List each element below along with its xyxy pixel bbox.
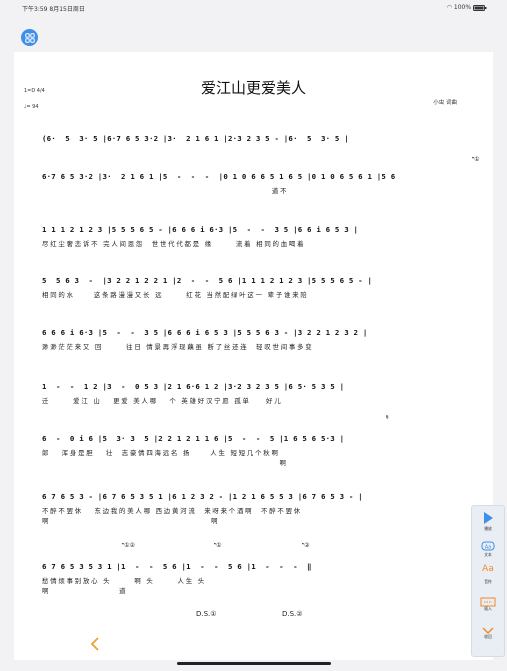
ds1-mark: D.S.① — [196, 610, 217, 618]
lyrics-row: 不醉不罢休 东边我的美人哪 西边黄河流 来呀来个酒啊 不醉不罢休 — [42, 507, 302, 515]
lyrics-row-2: 啊 啊 — [42, 517, 220, 525]
notes-row: 6 6 6 i 6·3 |5 - - 3 5 |6 6 6 i 6 5 3 |5… — [42, 328, 368, 337]
lyrics-row: 尽红尘奢恋诉不 完人间恩怨 世世代代都是 缘 流着 相同的血喝着 — [42, 240, 306, 248]
font-aa-icon: Aa — [482, 564, 494, 574]
ds2-mark: D.S.② — [282, 610, 303, 618]
notes-row: (6· 5 3· 5 |6·7 6 5 3·2 |3· 2 1 6 1 |2·3… — [42, 134, 349, 143]
lyrics-row: 道不 — [42, 187, 289, 195]
battery-icon — [473, 4, 487, 11]
status-bar: 下午3:59 8月15日周日 ◠ 100% — [0, 0, 507, 14]
lyrics-row-2: 啊 — [42, 459, 288, 467]
lyrics-row: 相同的水 这条路漫漫又长 远 红花 当然配绿叶这一 辈子谁来陪 — [42, 291, 309, 299]
tempo: ♩= 94 — [24, 104, 39, 110]
segno-mark: 𝄋 — [386, 414, 389, 421]
coda-mark: 𝄌② — [302, 542, 310, 549]
editor-toolbar: 播放 Aa 文本 Aa 音符 插入 收回 — [471, 505, 505, 657]
notes-row: 6 7 6 5 3 5 3 1 |1 - - 5 6 |1 - - 5 6 |1… — [42, 562, 312, 571]
lyrics-row: 愁情烦事别放心 头 啊 头 人生 头 — [42, 577, 206, 585]
note-button[interactable]: Aa — [472, 564, 504, 574]
notes-row: 5 5 6 3 - |3 2 2 1 2 2 1 |2 - - 5 6 |1 1… — [42, 276, 373, 285]
toolbar-label: 收回 — [484, 634, 492, 639]
status-time: 下午3:59 8月15日周日 — [22, 6, 85, 13]
lyrics-row: 迁 爱江 山 更爱 美人哪 个 英雄好汉宁愿 孤单 好儿 — [42, 397, 283, 405]
toolbar-label: 音符 — [484, 579, 492, 584]
score-sheet: 爱江山更爱美人 1=D 4/4 ♩= 94 小虫 词曲 (6· 5 3· 5 |… — [14, 52, 493, 660]
home-indicator — [177, 662, 331, 665]
battery-level: 100% — [453, 4, 472, 11]
play-icon — [484, 512, 493, 524]
lyrics-row-2: 啊 道 — [42, 587, 128, 595]
composer: 小虫 词曲 — [433, 100, 457, 106]
coda-mark: 𝄌① — [472, 156, 480, 163]
wifi-icon: ◠ — [446, 4, 454, 11]
back-chevron-icon[interactable] — [89, 637, 101, 651]
lyrics-row: 渺渺茫茫来又 回 往日 情景再浮现藕虽 断了丝还连 轻叹世间事多变 — [42, 343, 314, 351]
notes-row: 6 - 0 i 6 |5 3· 3 5 |2 2 1 2 1 1 6 |5 - … — [42, 434, 345, 443]
coda-mark: 𝄌① — [214, 542, 222, 549]
toolbar-label: 插入 — [484, 606, 492, 611]
toolbar-label: 文本 — [484, 552, 492, 557]
song-title: 爱江山更爱美人 — [200, 79, 306, 97]
grid-icon — [24, 32, 35, 43]
coda-mark: 𝄌①② — [122, 542, 135, 549]
notes-row: 1 1 1 2 1 2 3 |5 5 5 6 5 - |6 6 6 i 6·3 … — [42, 225, 359, 234]
key-signature: 1=D 4/4 — [24, 88, 45, 94]
menu-button[interactable] — [21, 29, 38, 46]
notes-row: 6 7 6 5 3 - |6 7 6 5 3 5 1 |6 1 2 3 2 - … — [42, 492, 363, 501]
svg-text:Aa: Aa — [485, 545, 491, 551]
status-battery: ◠ 100% — [447, 4, 487, 11]
toolbar-label: 播放 — [484, 526, 492, 531]
notes-row: 1 - - 1 2 |3 - 0 5 3 |2 1 6·6 1 2 |3·2 3… — [42, 382, 345, 391]
notes-row: 6·7 6 5 3·2 |3· 2 1 6 1 |5 - - - |0 1 0 … — [42, 172, 396, 181]
lyrics-row: 郎 浑身是胆 壮 志豪情四海远名 扬 人生 短短几个秋啊 — [42, 449, 280, 457]
